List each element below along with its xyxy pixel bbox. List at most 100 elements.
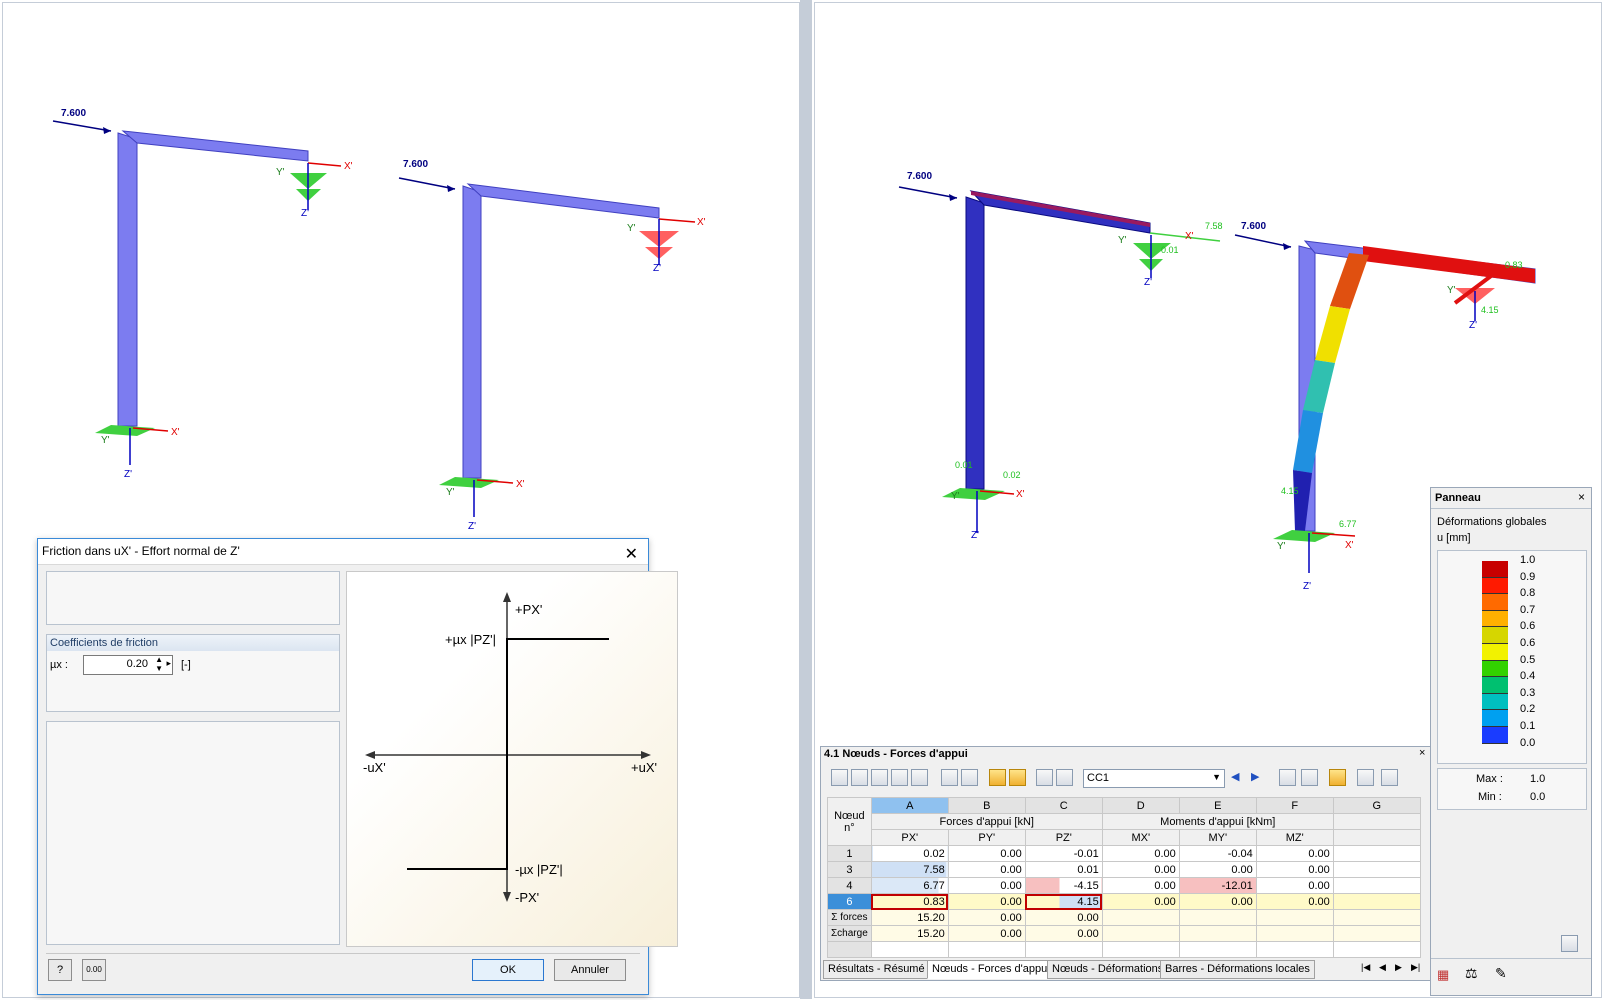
table-icon-3[interactable] — [871, 769, 888, 786]
cell[interactable]: 0.00 — [1255, 877, 1334, 894]
cell[interactable]: 0.00 — [1024, 909, 1103, 926]
cell[interactable]: 0.02 — [870, 845, 949, 862]
col-letter-g[interactable]: G — [1332, 797, 1421, 814]
cell[interactable]: 0.00 — [1101, 893, 1180, 910]
cell-highlighted[interactable]: 0.83 — [870, 893, 949, 910]
cell[interactable]: 0.01 — [1024, 861, 1103, 878]
cell[interactable]: 0.00 — [1101, 861, 1180, 878]
color-scale-icon[interactable] — [1329, 769, 1346, 786]
cell[interactable] — [870, 941, 949, 958]
col-letter-a[interactable]: A — [870, 797, 949, 814]
col-letter-e[interactable]: E — [1178, 797, 1257, 814]
cell-highlighted[interactable]: 4.15 — [1024, 893, 1103, 910]
panel-close-icon[interactable]: × — [1419, 747, 1425, 759]
table-icon-1[interactable] — [831, 769, 848, 786]
mu-value-stepper[interactable]: 0.20 ▲ ▼ ▸ — [83, 655, 173, 675]
cell[interactable]: -4.15 — [1024, 877, 1103, 894]
cell[interactable]: 0.00 — [947, 909, 1026, 926]
cell[interactable]: 15.20 — [870, 909, 949, 926]
cell[interactable] — [1255, 941, 1334, 958]
results-grid[interactable]: Nœud n° A B C D E F G Forces d'appui [kN… — [827, 797, 1421, 958]
row-node[interactable]: Σ forces — [827, 909, 872, 926]
color-bars-icon[interactable]: ▦ — [1437, 967, 1449, 983]
panel-close-icon[interactable]: × — [1578, 490, 1585, 504]
cell[interactable] — [1178, 941, 1257, 958]
tab-next-icon[interactable]: ▶ — [1395, 962, 1402, 973]
prev-arrow-icon[interactable]: ◀ — [1231, 770, 1239, 783]
chevron-down-icon[interactable]: ▼ — [1212, 772, 1221, 782]
table-icon-2[interactable] — [851, 769, 868, 786]
import-icon[interactable] — [941, 769, 958, 786]
balance-icon[interactable]: ⚖ — [1465, 965, 1478, 982]
filter-icon[interactable] — [1036, 769, 1053, 786]
cell[interactable]: -0.01 — [1024, 845, 1103, 862]
table-row-selected[interactable]: 6 0.83 0.00 4.15 0.00 0.00 0.00 — [827, 893, 1421, 910]
view-splitter[interactable] — [800, 0, 812, 999]
tab-prev-icon[interactable]: ◀ — [1379, 962, 1386, 973]
search-icon[interactable] — [1301, 769, 1318, 786]
next-arrow-icon[interactable]: ▶ — [1251, 770, 1259, 783]
table-icon-5[interactable] — [911, 769, 928, 786]
cell[interactable]: 0.00 — [1178, 861, 1257, 878]
tab-last-icon[interactable]: ▶| — [1411, 962, 1420, 973]
cell[interactable] — [1332, 941, 1421, 958]
tab-results-summary[interactable]: Résultats - Résumé — [823, 960, 930, 979]
tab-member-local-deformations[interactable]: Barres - Déformations locales — [1160, 960, 1315, 979]
col-letter-d[interactable]: D — [1101, 797, 1180, 814]
redo-icon[interactable] — [1009, 769, 1026, 786]
cell[interactable]: 0.00 — [1178, 893, 1257, 910]
cell[interactable] — [1024, 941, 1103, 958]
table-row[interactable]: Σ forces 15.20 0.00 0.00 — [827, 909, 1421, 926]
cell[interactable]: 0.00 — [1255, 845, 1334, 862]
table-row-empty[interactable] — [827, 941, 1421, 958]
table-row[interactable]: 1 0.02 0.00 -0.01 0.00 -0.04 0.00 — [827, 845, 1421, 862]
cell[interactable]: 0.00 — [1024, 925, 1103, 942]
table-row[interactable]: 3 7.58 0.00 0.01 0.00 0.00 0.00 — [827, 861, 1421, 878]
cell[interactable]: 0.00 — [947, 925, 1026, 942]
cell[interactable]: 7.58 — [870, 861, 949, 878]
chevron-right-icon[interactable]: ▸ — [166, 658, 171, 669]
cell[interactable] — [1178, 909, 1257, 926]
cell[interactable] — [1332, 909, 1421, 926]
cell[interactable]: -12.01 — [1178, 877, 1257, 894]
export-icon[interactable] — [961, 769, 978, 786]
ok-button[interactable]: OK — [472, 959, 544, 981]
col-letter-b[interactable]: B — [947, 797, 1026, 814]
cell[interactable]: 15.20 — [870, 925, 949, 942]
row-node[interactable]: 6 — [827, 893, 872, 910]
edit-icon[interactable] — [1056, 769, 1073, 786]
cell[interactable]: 0.00 — [947, 877, 1026, 894]
cell[interactable] — [947, 941, 1026, 958]
close-icon[interactable]: ✕ — [625, 542, 638, 567]
cell[interactable]: 0.00 — [1101, 877, 1180, 894]
cell[interactable]: 0.00 — [1255, 861, 1334, 878]
row-node[interactable] — [827, 941, 872, 958]
pen-icon[interactable]: ✎ — [1495, 965, 1507, 982]
cell[interactable] — [1332, 925, 1421, 942]
cell[interactable] — [1332, 861, 1421, 878]
help-button[interactable]: ? — [48, 959, 72, 981]
tab-node-support-forces[interactable]: Nœuds - Forces d'appui — [927, 960, 1055, 979]
cell[interactable] — [1332, 845, 1421, 862]
cell[interactable]: 6.77 — [870, 877, 949, 894]
cell[interactable]: 0.00 — [1255, 893, 1334, 910]
pointer-icon[interactable] — [1279, 769, 1296, 786]
cell[interactable]: 0.00 — [947, 893, 1026, 910]
cell[interactable] — [1101, 909, 1180, 926]
row-node[interactable]: 4 — [827, 877, 872, 894]
row-node[interactable]: 3 — [827, 861, 872, 878]
col-letter-f[interactable]: F — [1255, 797, 1334, 814]
cell[interactable] — [1332, 877, 1421, 894]
undo-icon[interactable] — [989, 769, 1006, 786]
table-row[interactable]: 4 6.77 0.00 -4.15 0.00 -12.01 0.00 — [827, 877, 1421, 894]
cancel-button[interactable]: Annuler — [554, 959, 626, 981]
loadcase-select[interactable]: CC1 ▼ — [1083, 769, 1225, 788]
cell[interactable]: 0.00 — [947, 845, 1026, 862]
cell[interactable] — [1178, 925, 1257, 942]
tab-first-icon[interactable]: |◀ — [1361, 962, 1370, 973]
row-node[interactable]: Σcharge — [827, 925, 872, 942]
row-node[interactable]: 1 — [827, 845, 872, 862]
col-letter-c[interactable]: C — [1024, 797, 1103, 814]
units-button[interactable]: 0.00 — [82, 959, 106, 981]
cell[interactable]: 0.00 — [947, 861, 1026, 878]
